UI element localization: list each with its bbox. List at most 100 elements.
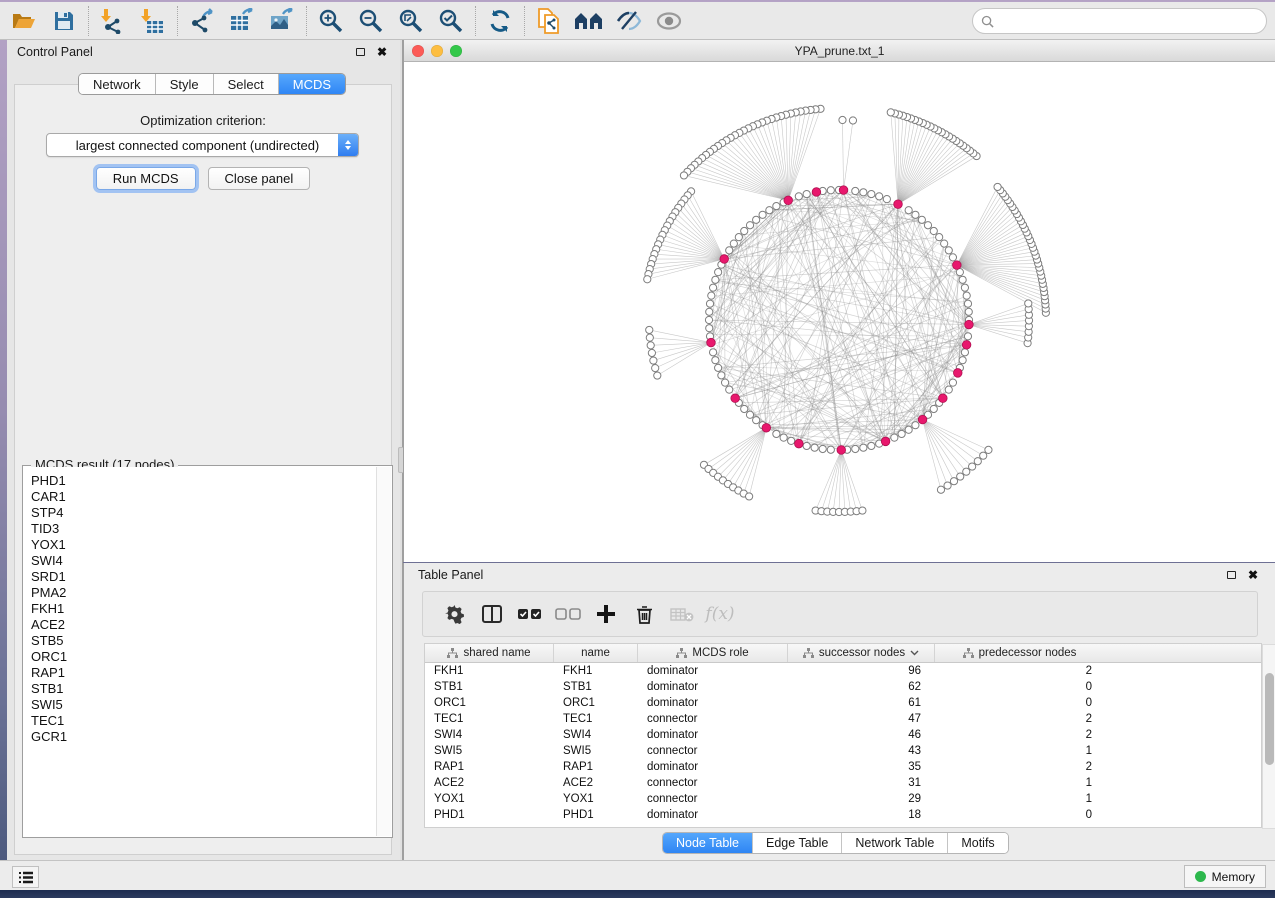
network-node[interactable] xyxy=(780,434,787,441)
network-node[interactable] xyxy=(730,240,737,247)
satellite-node[interactable] xyxy=(937,486,944,493)
mcds-result-item[interactable]: ORC1 xyxy=(31,649,376,665)
satellite-node[interactable] xyxy=(648,349,655,356)
column-header-shared-name[interactable]: shared name xyxy=(425,644,554,662)
table-row[interactable]: ACE2ACE2connector311 xyxy=(425,775,1261,791)
dominator-node[interactable] xyxy=(881,437,890,446)
satellite-node[interactable] xyxy=(985,446,992,453)
network-node[interactable] xyxy=(827,187,834,194)
hide-selected-icon[interactable] xyxy=(609,4,649,38)
network-node[interactable] xyxy=(891,434,898,441)
close-panel-icon[interactable]: ✖ xyxy=(374,44,390,60)
column-header-mcds-role[interactable]: MCDS role xyxy=(638,644,788,662)
satellite-node[interactable] xyxy=(980,452,987,459)
satellite-node[interactable] xyxy=(957,473,964,480)
network-node[interactable] xyxy=(860,189,867,196)
mcds-result-item[interactable]: PHD1 xyxy=(31,473,376,489)
dominator-node[interactable] xyxy=(939,394,948,403)
mcds-result-item[interactable]: RAP1 xyxy=(31,665,376,681)
network-node[interactable] xyxy=(905,207,912,214)
network-node[interactable] xyxy=(706,308,713,315)
satellite-node[interactable] xyxy=(839,116,846,123)
mcds-result-item[interactable]: STP4 xyxy=(31,505,376,521)
network-node[interactable] xyxy=(868,190,875,197)
close-panel-button[interactable]: Close panel xyxy=(208,167,311,190)
mcds-result-item[interactable]: TID3 xyxy=(31,521,376,537)
column-header-predecessor-nodes[interactable]: predecessor nodes xyxy=(935,644,1104,662)
dominator-node[interactable] xyxy=(962,341,971,350)
export-network-icon[interactable] xyxy=(182,4,222,38)
network-node[interactable] xyxy=(712,276,719,283)
optimization-criterion-select[interactable]: largest connected component (undirected) xyxy=(46,133,359,157)
network-node[interactable] xyxy=(963,292,970,299)
zoom-selected-icon[interactable] xyxy=(431,4,471,38)
satellite-node[interactable] xyxy=(654,372,661,379)
tab-select[interactable]: Select xyxy=(214,74,279,94)
network-node[interactable] xyxy=(930,405,937,412)
add-column-icon[interactable] xyxy=(587,594,625,634)
satellite-node[interactable] xyxy=(646,334,653,341)
tab-node-table[interactable]: Node Table xyxy=(663,833,753,853)
network-node[interactable] xyxy=(759,211,766,218)
dominator-node[interactable] xyxy=(953,369,962,378)
network-node[interactable] xyxy=(709,284,716,291)
run-mcds-button[interactable]: Run MCDS xyxy=(96,167,196,190)
network-node[interactable] xyxy=(912,211,919,218)
tab-network-table[interactable]: Network Table xyxy=(842,833,948,853)
satellite-node[interactable] xyxy=(1025,300,1032,307)
tab-network[interactable]: Network xyxy=(79,74,156,94)
network-node[interactable] xyxy=(883,196,890,203)
network-node[interactable] xyxy=(803,442,810,449)
satellite-node[interactable] xyxy=(647,342,654,349)
table-row[interactable]: YOX1YOX1connector291 xyxy=(425,791,1261,807)
satellite-node[interactable] xyxy=(887,109,894,116)
satellite-node[interactable] xyxy=(652,365,659,372)
network-canvas[interactable] xyxy=(404,62,1275,562)
dominator-node[interactable] xyxy=(720,255,729,264)
network-node[interactable] xyxy=(766,207,773,214)
dominator-node[interactable] xyxy=(839,186,848,195)
network-node[interactable] xyxy=(706,325,713,332)
table-row[interactable]: RAP1RAP1dominator352 xyxy=(425,759,1261,775)
network-node[interactable] xyxy=(718,372,725,379)
network-node[interactable] xyxy=(930,227,937,234)
mcds-result-item[interactable]: FKH1 xyxy=(31,601,376,617)
import-network-icon[interactable] xyxy=(93,4,133,38)
network-node[interactable] xyxy=(709,349,716,356)
network-node[interactable] xyxy=(705,316,712,323)
float-table-panel-icon[interactable] xyxy=(1223,567,1239,583)
tab-motifs[interactable]: Motifs xyxy=(948,833,1007,853)
memory-button[interactable]: Memory xyxy=(1184,865,1266,888)
table-row[interactable]: TEC1TEC1connector472 xyxy=(425,711,1261,727)
satellite-node[interactable] xyxy=(650,357,657,364)
network-node[interactable] xyxy=(965,308,972,315)
dominator-node[interactable] xyxy=(965,320,974,329)
network-node[interactable] xyxy=(753,417,760,424)
export-table-icon[interactable] xyxy=(222,4,262,38)
network-node[interactable] xyxy=(949,254,956,261)
tab-mcds[interactable]: MCDS xyxy=(279,74,345,94)
mcds-result-item[interactable]: GCR1 xyxy=(31,729,376,745)
deselect-all-rows-icon[interactable] xyxy=(549,594,587,634)
network-node[interactable] xyxy=(852,445,859,452)
network-node[interactable] xyxy=(827,446,834,453)
dominator-node[interactable] xyxy=(795,439,804,448)
network-node[interactable] xyxy=(945,247,952,254)
network-node[interactable] xyxy=(918,216,925,223)
dominator-node[interactable] xyxy=(918,415,927,424)
network-node[interactable] xyxy=(746,222,753,229)
save-session-icon[interactable] xyxy=(44,4,84,38)
satellite-node[interactable] xyxy=(974,458,981,465)
network-node[interactable] xyxy=(961,284,968,291)
satellite-node[interactable] xyxy=(859,507,866,514)
network-node[interactable] xyxy=(959,276,966,283)
dominator-node[interactable] xyxy=(837,446,846,455)
mcds-result-item[interactable]: SRD1 xyxy=(31,569,376,585)
tab-edge-table[interactable]: Edge Table xyxy=(753,833,842,853)
dominator-node[interactable] xyxy=(812,188,821,197)
dominator-node[interactable] xyxy=(784,196,793,205)
dominator-node[interactable] xyxy=(953,261,962,270)
refresh-layout-icon[interactable] xyxy=(480,4,520,38)
zoom-fit-icon[interactable] xyxy=(391,4,431,38)
network-node[interactable] xyxy=(964,300,971,307)
